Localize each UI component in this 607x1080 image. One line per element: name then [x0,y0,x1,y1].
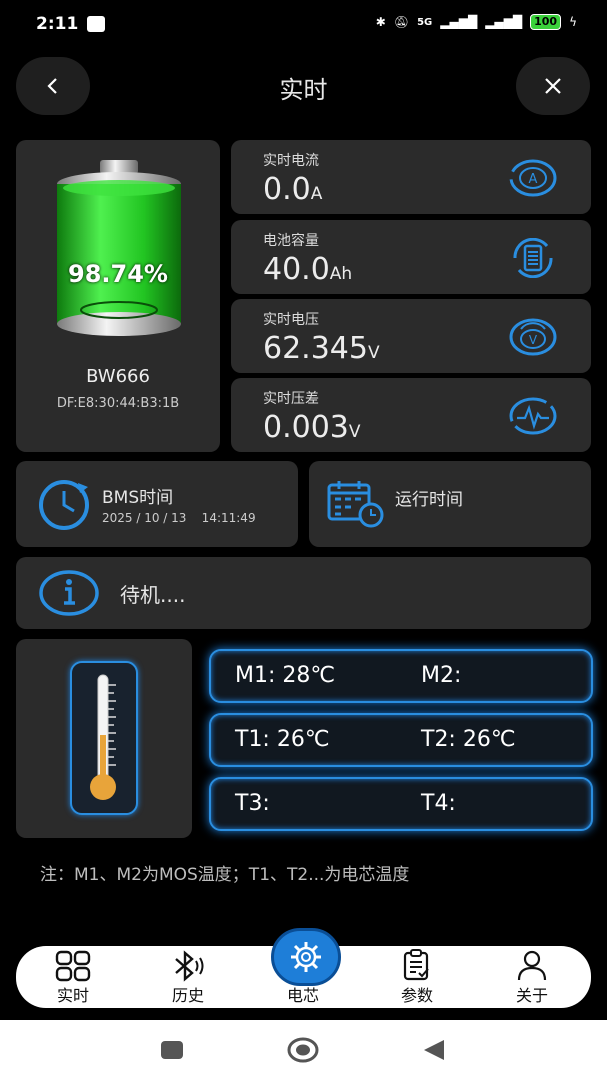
device-name: BW666 [86,366,150,387]
state-card: 待机.... [16,557,591,629]
current-card: 实时电流 0.0A A [231,140,591,214]
current-label: 实时电流 [263,153,319,169]
device-mac: DF:E8:30:44:B3:1B [56,396,180,411]
voltage-diff-label: 实时压差 [263,391,319,407]
bms-time-label: BMS时间 [102,488,174,508]
status-bar: 2:11 ✱ 🔕︎ 5G ▂▄▆█ ▂▄▆█ 100 ϟ [0,0,607,52]
temp-row-mos: M1: 28℃ M2: [209,649,593,703]
nav-label-params: 参数 [400,986,433,1005]
svg-text:V: V [529,333,538,347]
info-icon [39,570,99,616]
status-time: 2:11 [36,14,79,34]
voltage-diff-card: 实时压差 0.003V [231,378,591,452]
nav-item-about[interactable]: 关于 [492,946,572,1008]
battery-capacity-icon [513,238,553,278]
thermometer-frame [70,661,138,815]
status-indicators: ✱ 🔕︎ 5G ▂▄▆█ ▂▄▆█ 100 ϟ [376,14,577,30]
capacity-card: 电池容量 40.0Ah [231,220,591,294]
temp-row-t3-t4: T3: T4: [209,777,593,831]
voltage-difference-icon [509,397,557,435]
capacity-label: 电池容量 [263,233,319,249]
temp-m1: M1: 28℃ [235,663,336,688]
nav-label-realtime: 实时 [56,986,89,1005]
nav-label-cells: 电芯 [286,986,319,1005]
close-icon [545,78,561,94]
user-icon [517,950,547,981]
temp-t1: T1: 26℃ [235,727,330,752]
thermometer-card [16,639,192,838]
run-time-label: 运行时间 [395,490,463,510]
nav-item-history[interactable]: 历史 [148,946,228,1008]
state-text: 待机.... [120,583,186,607]
network-label: 5G [417,16,433,28]
battery-percent: 98.74% [68,260,168,288]
nav-label-about: 关于 [515,986,548,1005]
temp-t2: T2: 26℃ [421,727,516,752]
run-time-card: 运行时间 [309,461,591,547]
nav-item-params[interactable]: 参数 [377,946,457,1008]
notification-icon [87,16,105,32]
gear-icon [291,942,321,972]
nav-item-cells[interactable]: 电芯 [263,928,343,1008]
nav-active-bubble [271,928,341,986]
temp-t3: T3: [235,791,270,816]
voltage-diff-value: 0.003V [263,410,361,445]
battery-card: 98.74% BW666 DF:E8:30:44:B3:1B [16,140,220,452]
battery-icon [57,160,181,336]
thermometer-icon [90,674,116,800]
ampere-icon: A [509,159,557,197]
voltage-label: 实时电压 [263,312,319,328]
battery-status: 100 [530,14,562,30]
voltage-icon: V [509,318,557,356]
close-button[interactable] [516,57,590,115]
grid-icon [55,950,91,982]
voltage-card: 实时电压 62.345V V [231,299,591,373]
charging-icon: ϟ [569,15,577,29]
mute-icon: 🔕︎ [393,15,410,29]
system-nav-bar [0,1020,607,1080]
calendar-clock-icon [327,481,384,528]
back-nav-button[interactable] [422,1038,446,1062]
signal-icon-2: ▂▄▆█ [485,15,523,29]
bottom-nav: 实时 历史 电芯 参数 关于 [16,928,591,1008]
temperature-note: 注：M1、M2为MOS温度；T1、T2...为电芯温度 [40,865,410,885]
bms-time-card: BMS时间 2025 / 10 / 13 14:11:49 [16,461,298,547]
recent-apps-button[interactable] [161,1041,183,1059]
home-button[interactable] [286,1036,320,1064]
nav-label-history: 历史 [171,986,204,1005]
svg-text:A: A [529,172,538,187]
clock-icon [39,480,89,530]
bms-datetime: 2025 / 10 / 13 14:11:49 [102,511,256,525]
bluetooth-status-icon: ✱ [375,15,386,29]
nav-item-realtime[interactable]: 实时 [33,946,113,1008]
bluetooth-icon [175,950,204,982]
temp-m2: M2: [421,663,462,688]
signal-icon: ▂▄▆█ [440,15,478,29]
capacity-value: 40.0Ah [263,252,353,287]
temp-row-t1-t2: T1: 26℃ T2: 26℃ [209,713,593,767]
temp-t4: T4: [421,791,456,816]
clipboard-icon [403,949,429,981]
current-value: 0.0A [263,172,323,207]
voltage-value: 62.345V [263,331,380,366]
